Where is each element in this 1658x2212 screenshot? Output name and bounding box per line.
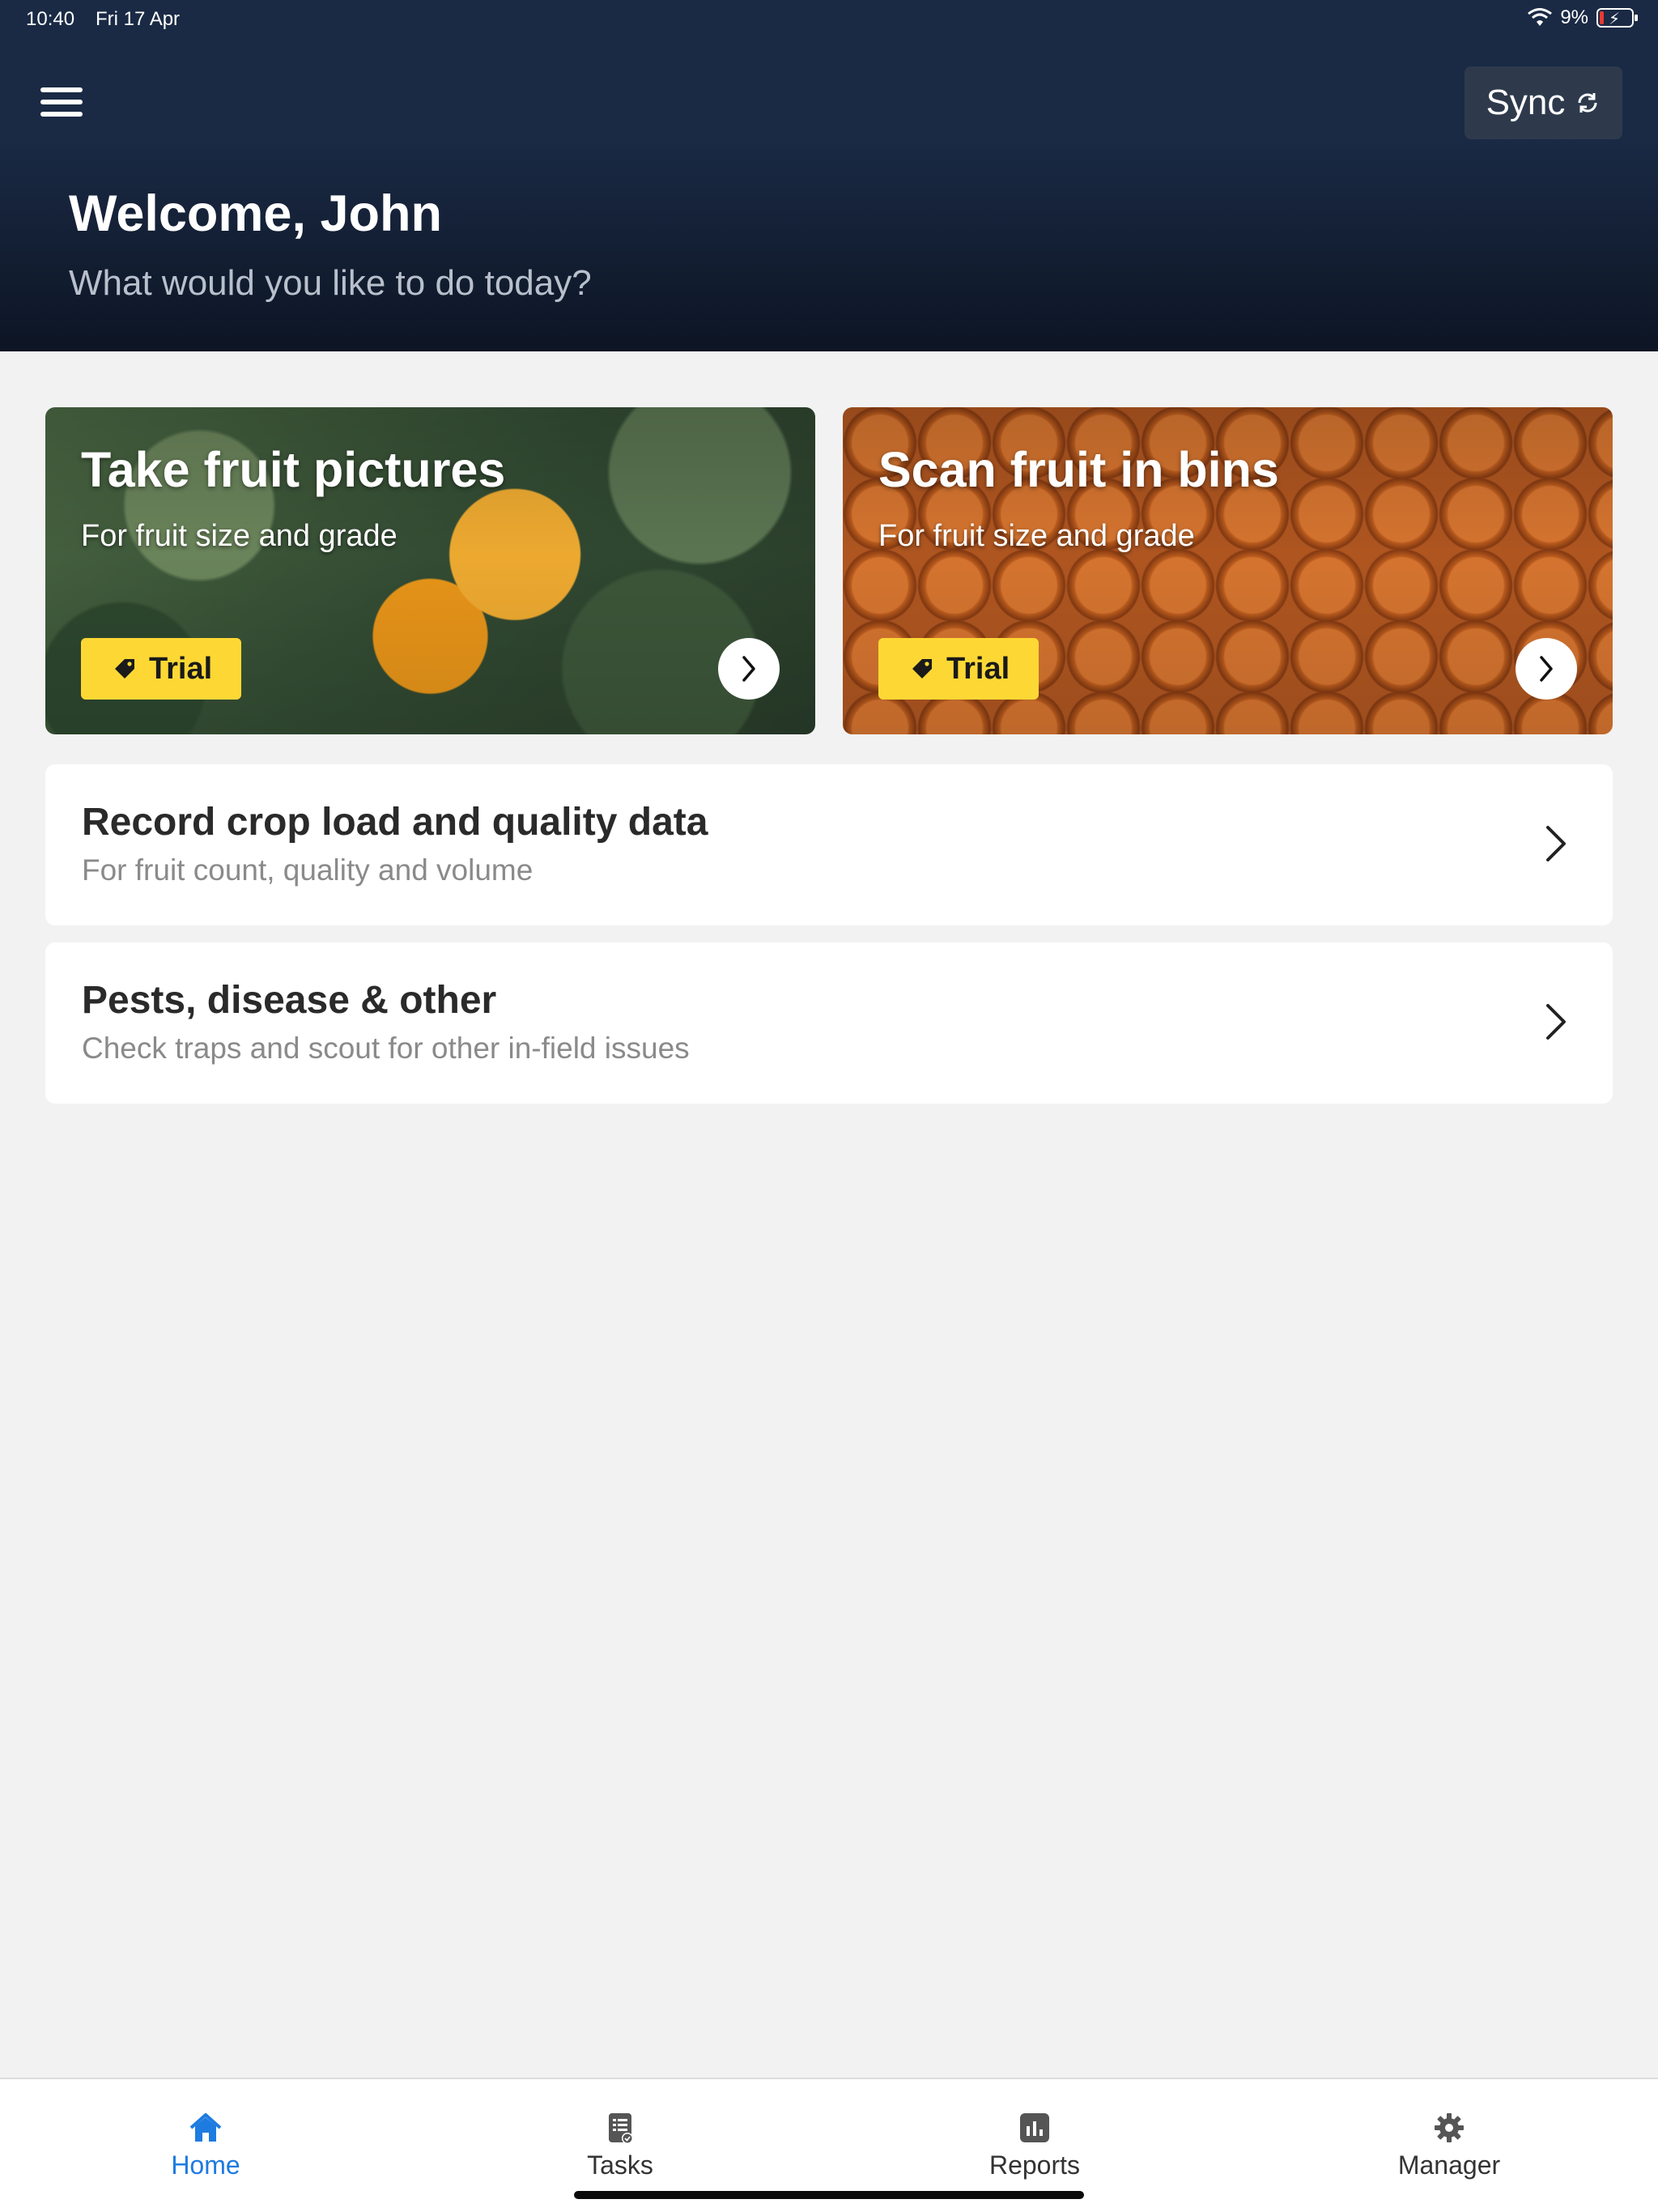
tab-tasks[interactable]: Tasks — [499, 2110, 742, 2180]
trial-label: Trial — [149, 651, 213, 686]
wifi-icon — [1528, 8, 1553, 26]
card-arrow-button[interactable] — [1516, 638, 1577, 700]
battery-charging-icon: ⚡ — [1596, 8, 1638, 28]
sync-button[interactable]: Sync — [1465, 66, 1622, 139]
tag-icon — [912, 659, 932, 678]
chevron-right-icon — [1540, 656, 1553, 682]
home-icon — [189, 2113, 222, 2142]
hamburger-menu-icon[interactable] — [40, 87, 86, 123]
record-crop-load-item[interactable]: Record crop load and quality data For fr… — [45, 764, 1613, 925]
home-indicator[interactable] — [574, 2191, 1084, 2199]
tab-label: Tasks — [587, 2150, 653, 2180]
list-item-title: Pests, disease & other — [82, 979, 497, 1022]
tab-label: Manager — [1397, 2150, 1501, 2180]
list-item-subtitle: For fruit count, quality and volume — [82, 853, 534, 887]
trial-badge: Trial — [878, 638, 1039, 700]
card-title: Scan fruit in bins — [878, 442, 1279, 497]
refresh-icon — [1578, 93, 1597, 113]
card-subtitle: For fruit size and grade — [878, 519, 1195, 553]
tasks-icon — [609, 2113, 633, 2144]
tab-manager[interactable]: Manager — [1328, 2110, 1571, 2180]
status-indicators: 9% ⚡ — [1528, 6, 1638, 29]
app-header: 10:40 Fri 17 Apr 9% ⚡ Sync Welcome, John — [0, 0, 1658, 351]
card-subtitle: For fruit size and grade — [81, 519, 397, 553]
pests-disease-item[interactable]: Pests, disease & other Check traps and s… — [45, 942, 1613, 1104]
take-fruit-pictures-card[interactable]: Take fruit pictures For fruit size and g… — [45, 407, 815, 734]
battery-percent: 9% — [1560, 6, 1588, 28]
chevron-right-icon — [1546, 1004, 1566, 1040]
card-title: Take fruit pictures — [81, 442, 506, 497]
tab-home[interactable]: Home — [84, 2110, 327, 2180]
status-time: 10:40 — [26, 8, 75, 30]
trial-label: Trial — [946, 651, 1010, 686]
tag-icon — [115, 659, 134, 678]
welcome-heading: Welcome, John — [69, 185, 442, 242]
status-date: Fri 17 Apr — [96, 8, 181, 30]
reports-icon — [1020, 2113, 1049, 2142]
chevron-right-icon — [742, 656, 755, 682]
trial-badge: Trial — [81, 638, 242, 700]
list-item-title: Record crop load and quality data — [82, 801, 708, 844]
tab-reports[interactable]: Reports — [913, 2110, 1156, 2180]
status-bar: 10:40 Fri 17 Apr 9% ⚡ — [0, 0, 1658, 39]
sync-label: Sync — [1486, 83, 1566, 122]
gear-icon — [1435, 2113, 1464, 2142]
tab-label: Home — [171, 2150, 240, 2180]
chevron-right-icon — [1546, 826, 1566, 861]
list-item-subtitle: Check traps and scout for other in-field… — [82, 1032, 690, 1065]
card-arrow-button[interactable] — [718, 638, 780, 700]
welcome-subtitle: What would you like to do today? — [69, 263, 592, 303]
scan-fruit-in-bins-card[interactable]: Scan fruit in bins For fruit size and gr… — [843, 407, 1613, 734]
tab-label: Reports — [988, 2150, 1081, 2180]
